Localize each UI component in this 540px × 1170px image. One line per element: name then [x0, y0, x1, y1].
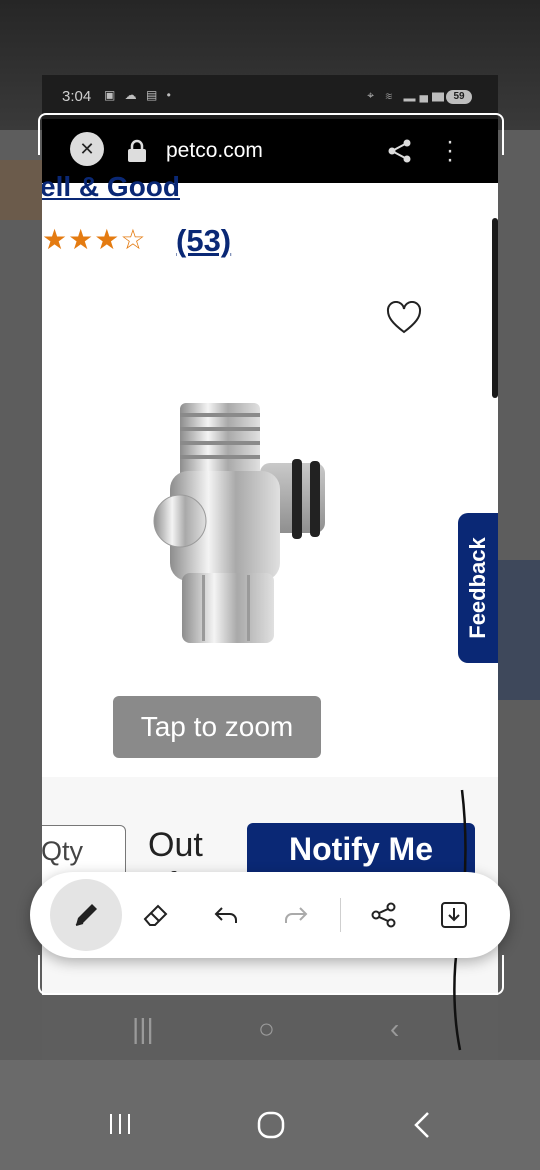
- scrollbar[interactable]: [492, 218, 498, 398]
- redo-icon: [285, 907, 308, 923]
- system-nav-bar: [0, 1090, 540, 1170]
- recents-icon: |||: [132, 1013, 154, 1044]
- edit-toolbar: [30, 872, 510, 958]
- back-icon[interactable]: [410, 1110, 434, 1140]
- background-accent-blue: [498, 560, 540, 700]
- pen-icon: [75, 904, 97, 926]
- save-tool[interactable]: [424, 885, 484, 945]
- share-tool[interactable]: [354, 885, 414, 945]
- star-empty-icon: ☆: [120, 224, 147, 255]
- signal-icons: ⌖ ≋ ▂▄▆: [367, 88, 448, 102]
- star-full-icons: ★★★: [42, 224, 121, 255]
- share-icon: [371, 902, 396, 928]
- product-image[interactable]: [142, 393, 352, 653]
- brand-link[interactable]: ell & Good: [42, 171, 180, 203]
- review-count-link[interactable]: (53): [176, 223, 231, 259]
- eraser-tool[interactable]: [126, 885, 186, 945]
- rating-stars: ★★★☆: [42, 223, 146, 256]
- status-time: 3:04: [62, 88, 92, 105]
- home-icon[interactable]: [256, 1110, 286, 1140]
- heart-icon[interactable]: [386, 301, 422, 335]
- pen-tool[interactable]: [50, 879, 122, 951]
- tap-to-zoom-button[interactable]: Tap to zoom: [113, 696, 321, 758]
- notification-icons: ▣ ☁ ▤ •: [104, 88, 174, 102]
- feedback-label: Feedback: [465, 537, 490, 639]
- toolbar-divider: [340, 898, 341, 932]
- recents-icon[interactable]: [106, 1110, 134, 1138]
- download-icon: [441, 902, 467, 928]
- background-accent: [0, 160, 42, 220]
- qty-label: Qty: [42, 836, 84, 866]
- inner-nav-bar: ||| ○ ‹: [42, 995, 498, 1060]
- undo-tool[interactable]: [196, 885, 256, 945]
- undo-icon: [214, 907, 237, 923]
- redo-tool[interactable]: [266, 885, 326, 945]
- feedback-tab[interactable]: Feedback: [458, 513, 498, 663]
- crop-frame-top[interactable]: [38, 113, 504, 155]
- back-icon: ‹: [390, 1013, 400, 1044]
- crop-frame-bottom[interactable]: [38, 955, 504, 995]
- eraser-icon: [143, 904, 168, 926]
- battery-icon: 59: [446, 90, 472, 104]
- home-icon: ○: [258, 1013, 275, 1044]
